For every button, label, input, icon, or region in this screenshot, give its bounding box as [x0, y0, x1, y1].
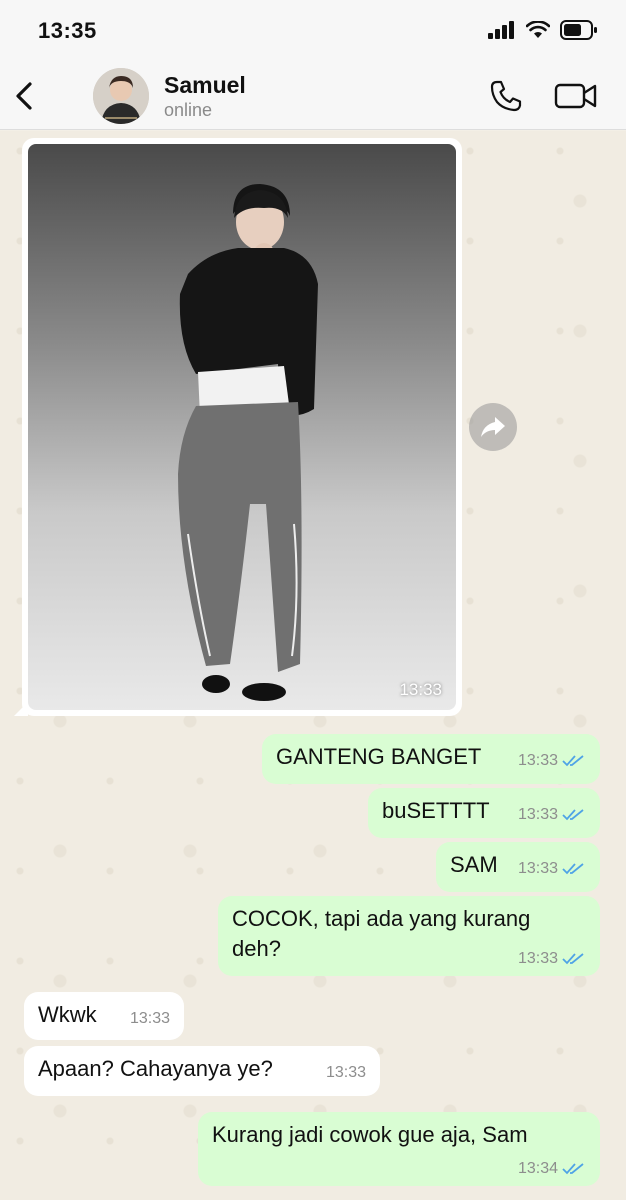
- message-bubble-incoming[interactable]: Wkwk 13:33: [24, 992, 184, 1040]
- message-meta: 13:33: [130, 1010, 170, 1028]
- forward-button[interactable]: [469, 403, 517, 451]
- message-text: Kurang jadi cowok gue aja, Sam: [212, 1122, 528, 1147]
- photo[interactable]: 13:33: [28, 144, 456, 710]
- message-meta: 13:33: [518, 806, 586, 824]
- message-text: SAM: [450, 852, 498, 877]
- photo-timestamp: 13:33: [399, 680, 442, 699]
- message-bubble-outgoing[interactable]: GANTENG BANGET 13:33: [262, 734, 600, 784]
- wifi-icon: [526, 21, 550, 38]
- message-text: Wkwk: [38, 1002, 97, 1027]
- double-check-icon: [562, 809, 584, 821]
- double-check-icon: [562, 953, 584, 965]
- chat-header: Samuel online: [0, 62, 626, 130]
- message-meta: 13:33: [518, 860, 586, 878]
- message-meta: 13:33: [518, 950, 586, 968]
- avatar[interactable]: [93, 68, 149, 124]
- status-bar: 13:35: [0, 0, 626, 62]
- message-text: Apaan? Cahayanya ye?: [38, 1056, 273, 1081]
- message-meta: 13:33: [326, 1064, 366, 1082]
- message-meta: 13:33: [518, 752, 586, 770]
- status-time: 13:35: [38, 18, 97, 43]
- voice-call-button[interactable]: [488, 78, 524, 114]
- forward-icon: [481, 417, 505, 437]
- message-meta: 13:34: [518, 1160, 586, 1178]
- video-camera-icon: [554, 83, 597, 109]
- avatar-image: [93, 68, 149, 124]
- message-bubble-outgoing[interactable]: buSETTTT 13:33: [368, 788, 600, 838]
- signal-icon: [488, 21, 514, 39]
- message-text: buSETTTT: [382, 798, 490, 823]
- message-time: 13:33: [129, 1010, 170, 1027]
- contact-name[interactable]: Samuel: [164, 72, 246, 99]
- back-arrow-icon: [16, 82, 32, 110]
- double-check-icon: [562, 863, 584, 875]
- photo-message[interactable]: 13:33: [14, 138, 462, 716]
- message-time: 13:33: [517, 860, 558, 877]
- double-check-icon: [562, 1163, 584, 1175]
- message-bubble-outgoing[interactable]: COCOK, tapi ada yang kurang deh? 13:33: [218, 896, 600, 976]
- battery-icon: [560, 20, 597, 40]
- message-bubble-incoming[interactable]: Apaan? Cahayanya ye? 13:33: [24, 1046, 380, 1096]
- message-time: 13:33: [517, 752, 558, 769]
- video-call-button[interactable]: [554, 80, 598, 112]
- status-icons: [488, 20, 598, 40]
- phone-icon: [490, 80, 522, 112]
- message-time: 13:33: [517, 950, 558, 967]
- double-check-icon: [562, 755, 584, 767]
- back-button[interactable]: [10, 76, 40, 116]
- message-time: 13:33: [325, 1064, 366, 1081]
- message-text: GANTENG BANGET: [276, 744, 482, 769]
- message-time: 13:34: [517, 1160, 558, 1177]
- photo-image: [178, 184, 318, 701]
- contact-status: online: [164, 100, 213, 120]
- message-time: 13:33: [517, 806, 558, 823]
- message-bubble-outgoing[interactable]: Kurang jadi cowok gue aja, Sam 13:34: [198, 1112, 600, 1186]
- message-bubble-outgoing[interactable]: SAM 13:33: [436, 842, 600, 892]
